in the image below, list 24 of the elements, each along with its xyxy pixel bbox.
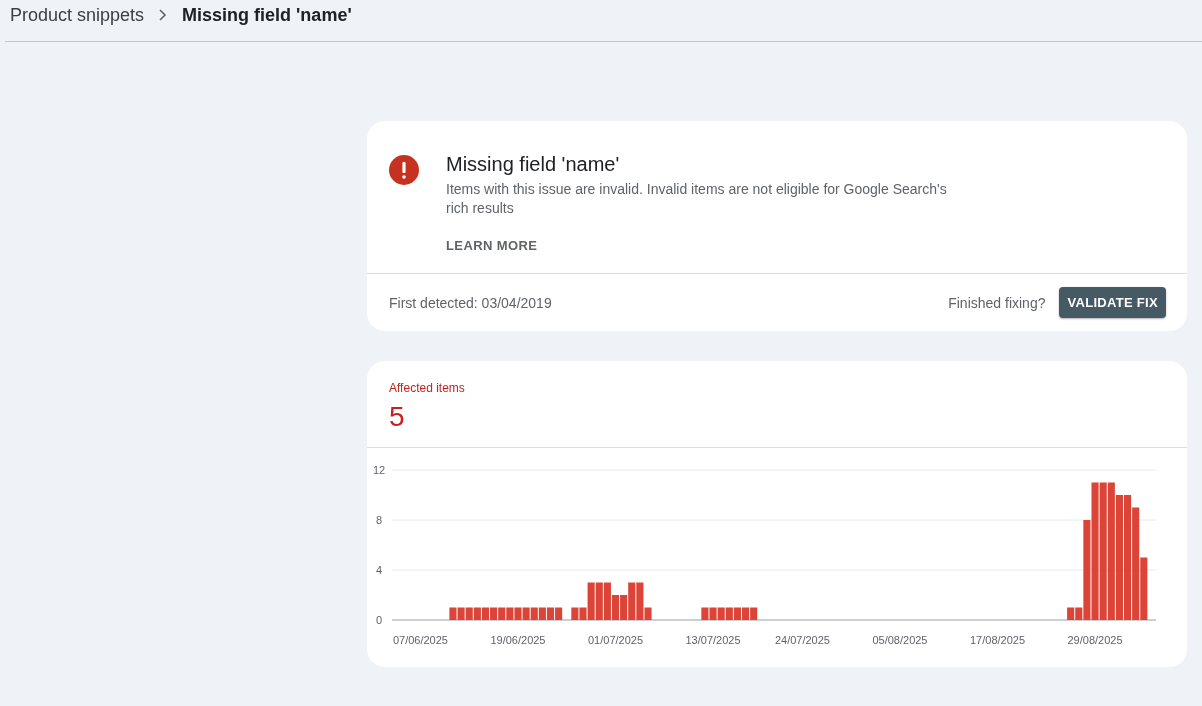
breadcrumb-item: Missing field 'name' (182, 4, 352, 26)
y-axis-label: 4 (375, 564, 383, 576)
finished-fixing-text: Finished fixing? (948, 294, 1046, 311)
validate-fix-button[interactable]: VALIDATE FIX (1059, 287, 1166, 318)
x-axis-label: 29/08/2025 (1067, 634, 1123, 646)
x-axis-label: 07/06/2025 (392, 634, 448, 646)
breadcrumb-item[interactable]: Product snippets (10, 4, 145, 26)
x-axis-label: 01/07/2025 (588, 634, 644, 646)
y-axis-label: 0 (375, 614, 383, 626)
error-icon (389, 155, 419, 185)
affected-items-count: 5 (389, 401, 406, 433)
x-axis-label: 05/08/2025 (872, 634, 928, 646)
y-axis-label: 12 (372, 464, 386, 476)
x-axis-label: 13/07/2025 (685, 634, 741, 646)
learn-more-link[interactable]: LEARN MORE (446, 238, 538, 253)
x-axis-label: 17/08/2025 (970, 634, 1026, 646)
first-detected-text: First detected: 03/04/2019 (389, 294, 553, 311)
affected-items-label: Affected items (389, 381, 466, 395)
chevron-right-icon (158, 9, 169, 21)
x-axis-label: 19/06/2025 (490, 634, 546, 646)
x-axis-label: 24/07/2025 (774, 634, 830, 646)
issue-description: Items with this issue are invalid. Invalid items are not eligible for Google Search's rich results (446, 180, 948, 218)
y-axis-label: 8 (375, 514, 383, 526)
issue-title: Missing field 'name' (446, 153, 621, 176)
